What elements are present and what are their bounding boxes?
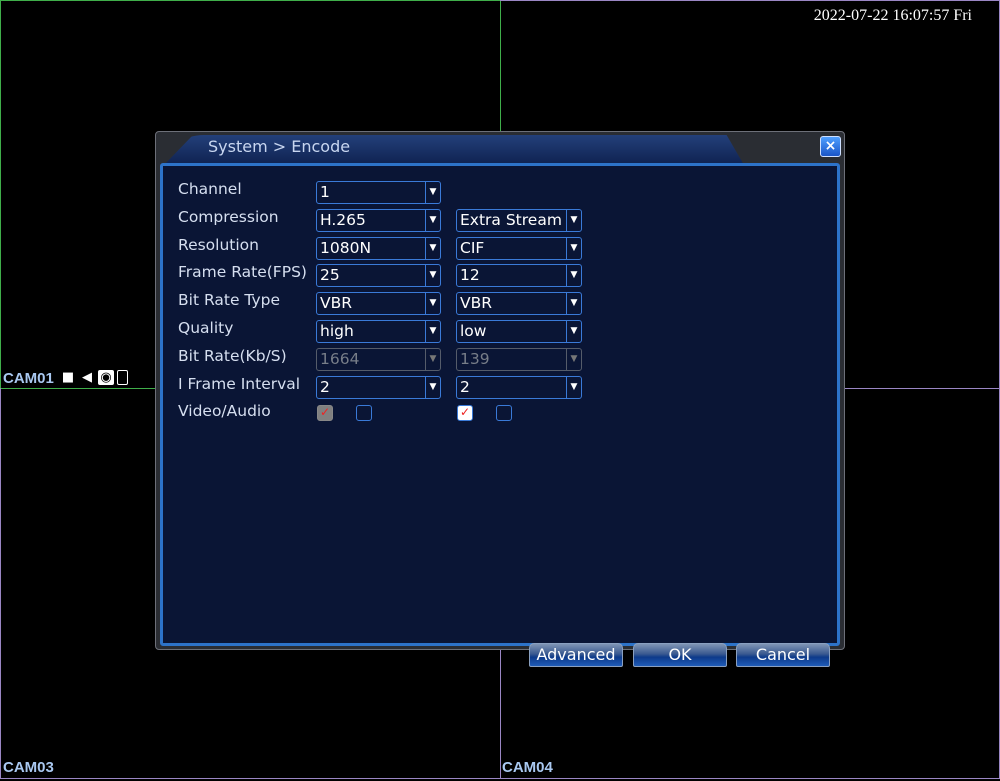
extra-video-checkbox[interactable]: ✓ [457, 405, 473, 422]
bit-rate-main-select: 1664 ▼ [316, 347, 441, 371]
dialog-title: System > Encode [208, 137, 351, 156]
encode-dialog: System > Encode × Channel 1 ▼ Compression H.… [155, 131, 845, 667]
snapshot-icon: ◉ [98, 370, 114, 385]
label-bit-rate-type: Bit Rate Type [178, 291, 281, 310]
dropdown-arrow-icon: ▼ [566, 348, 581, 370]
audio-muted-icon: ◀ [82, 370, 92, 385]
dropdown-arrow-icon: ▼ [425, 376, 440, 398]
channel-main-select[interactable]: 1 ▼ [316, 181, 441, 204]
dropdown-arrow-icon: ▼ [566, 209, 581, 231]
dropdown-arrow-icon: ▼ [425, 348, 440, 370]
quality-main-select[interactable]: high ▼ [316, 320, 441, 343]
dropdown-arrow-icon: ▼ [566, 321, 581, 342]
encode-panel: Channel 1 ▼ Compression H.265 ▼ Extra Stream ▼ R… [160, 163, 840, 667]
i-frame-interval-extra-select[interactable]: 2 ▼ [456, 375, 582, 399]
bit-rate-type-main-select[interactable]: VBR ▼ [316, 292, 441, 316]
cancel-button[interactable]: Cancel [736, 643, 830, 667]
cam03-label: CAM03 [3, 759, 54, 776]
main-audio-checkbox[interactable] [356, 405, 372, 422]
advanced-button[interactable]: Advanced [529, 643, 623, 667]
dropdown-arrow-icon: ▼ [425, 182, 440, 203]
frame-rate-extra-select[interactable]: 12 ▼ [456, 264, 582, 288]
i-frame-interval-main-select[interactable]: 2 ▼ [316, 375, 441, 399]
cam04-label: CAM04 [502, 759, 553, 776]
label-compression: Compression [178, 207, 279, 226]
frame-rate-main-select[interactable]: 25 ▼ [316, 264, 441, 288]
dropdown-arrow-icon: ▼ [425, 237, 440, 259]
dropdown-arrow-icon: ▼ [425, 321, 440, 342]
dropdown-arrow-icon: ▼ [566, 293, 581, 315]
close-button[interactable]: × [820, 136, 841, 157]
label-resolution: Resolution [178, 235, 259, 254]
extra-audio-checkbox[interactable] [496, 405, 512, 422]
dropdown-arrow-icon: ▼ [425, 209, 440, 231]
bit-rate-extra-select: 139 ▼ [456, 347, 582, 371]
label-i-frame-interval: I Frame Interval [178, 374, 301, 393]
dropdown-arrow-icon: ▼ [425, 265, 440, 287]
label-channel: Channel [178, 180, 242, 198]
resolution-extra-select[interactable]: CIF ▼ [456, 236, 582, 260]
camera-icon: ■ [61, 370, 75, 385]
resolution-main-select[interactable]: 1080N ▼ [316, 236, 441, 260]
quality-extra-select[interactable]: low ▼ [456, 320, 582, 343]
label-quality: Quality [178, 319, 234, 337]
timestamp: 2022-07-22 16:07:57 Fri [813, 7, 972, 24]
label-frame-rate: Frame Rate(FPS) [178, 263, 307, 282]
label-bit-rate: Bit Rate(Kb/S) [178, 346, 287, 365]
mobile-icon [117, 370, 128, 385]
dropdown-arrow-icon: ▼ [425, 293, 440, 315]
compression-extra-select[interactable]: Extra Stream ▼ [456, 208, 582, 232]
bit-rate-type-extra-select[interactable]: VBR ▼ [456, 292, 582, 316]
cam01-label: CAM01 [3, 370, 54, 387]
dropdown-arrow-icon: ▼ [566, 265, 581, 287]
compression-main-select[interactable]: H.265 ▼ [316, 208, 441, 232]
label-video-audio: Video/Audio [178, 402, 271, 421]
dropdown-arrow-icon: ▼ [566, 237, 581, 259]
dropdown-arrow-icon: ▼ [566, 376, 581, 398]
main-video-checkbox[interactable]: ✓ [317, 405, 333, 422]
ok-button[interactable]: OK [633, 643, 727, 667]
